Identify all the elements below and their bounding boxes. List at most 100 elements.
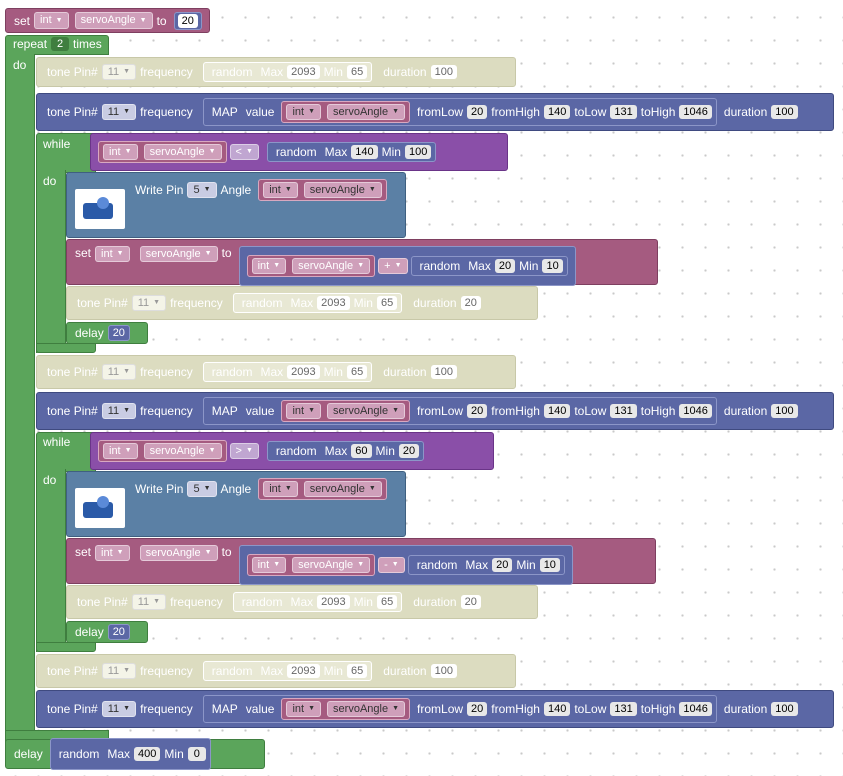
map-block[interactable]: MAP value int ▼ servoAngle ▼ fromLow 20 fromH…	[202, 396, 717, 426]
random-block[interactable]: random Max 20 Min 10	[407, 555, 565, 575]
random-block[interactable]: random Max 2093 Min 65	[202, 62, 373, 82]
pin-dropdown[interactable]: 11 ▼	[101, 700, 137, 718]
pin-dropdown[interactable]: 11 ▼	[101, 103, 137, 121]
pin-dropdown[interactable]: 11 ▼	[101, 63, 137, 81]
var-ref[interactable]: int ▼ servoAngle ▼	[246, 553, 376, 577]
pin-dropdown[interactable]: 11 ▼	[101, 363, 137, 381]
fromhigh-field[interactable]: 140	[543, 404, 571, 418]
random-block[interactable]: random Max 2093 Min 65	[202, 661, 373, 681]
tone-block-disabled[interactable]: tone Pin# 11 ▼ frequency random Max 2093 M…	[66, 286, 538, 320]
random-block[interactable]: random Max 2093 Min 65	[202, 362, 373, 382]
type-dropdown[interactable]: int ▼	[95, 545, 130, 562]
random-block[interactable]: random Max 2093 Min 65	[232, 592, 403, 612]
fromhigh-field[interactable]: 140	[543, 105, 571, 119]
set-value[interactable]: 20	[177, 13, 198, 28]
rmax-field[interactable]: 20	[492, 558, 513, 572]
pin-dropdown[interactable]: 11 ▼	[131, 593, 167, 611]
math-block[interactable]: int ▼ servoAngle ▼ + ▼ random Max 20 Min 10	[238, 246, 576, 286]
tone-map-block[interactable]: tone Pin# 11 ▼ frequency MAP value int ▼ ser…	[36, 392, 834, 430]
fromlow-field[interactable]: 20	[467, 105, 488, 119]
duration-field[interactable]: 100	[771, 404, 798, 418]
rmax-field[interactable]: 2093	[317, 296, 350, 310]
tone-block-disabled[interactable]: tone Pin# 11 ▼ frequency random Max 2093 M…	[36, 355, 516, 389]
tone-map-block[interactable]: tone Pin# 11 ▼ frequency MAP value int ▼ ser…	[36, 93, 834, 131]
var-dropdown[interactable]: servoAngle ▼	[139, 246, 218, 263]
rmin-field[interactable]: 65	[346, 65, 368, 79]
servo-pin-dropdown[interactable]: 5 ▼	[187, 182, 217, 199]
duration-field[interactable]: 100	[430, 365, 457, 379]
rmax-field[interactable]: 2093	[287, 65, 320, 79]
rmin-field[interactable]: 10	[539, 558, 560, 572]
var-ref[interactable]: int ▼ servoAngle ▼	[98, 439, 227, 463]
delay-block[interactable]: delay 20	[66, 322, 148, 344]
repeat-count[interactable]: 2	[51, 37, 70, 51]
var-ref[interactable]: int ▼ servoAngle ▼	[246, 254, 376, 278]
rmin-field[interactable]: 65	[376, 296, 398, 310]
var-ref[interactable]: int ▼ servoAngle ▼	[258, 179, 387, 202]
map-block[interactable]: MAP value int ▼ servoAngle ▼ fromLow 20 fromH…	[202, 97, 717, 127]
rmin-field[interactable]: 100	[404, 145, 432, 159]
random-block[interactable]: random Max 2093 Min 65	[232, 293, 403, 313]
tone-map-block[interactable]: tone Pin# 11 ▼ frequency MAP value int ▼ ser…	[36, 690, 834, 728]
var-ref[interactable]: int ▼ servoAngle ▼	[281, 697, 411, 721]
type-dropdown[interactable]: int ▼	[34, 12, 69, 29]
tolow-field[interactable]: 131	[610, 404, 637, 418]
tohigh-field[interactable]: 1046	[679, 105, 712, 119]
delay-field[interactable]: 20	[107, 325, 130, 341]
rmin-field[interactable]: 65	[346, 664, 368, 678]
rmin-field[interactable]: 65	[346, 365, 368, 379]
operator-dropdown[interactable]: < ▼	[229, 143, 259, 161]
rmax-field[interactable]: 2093	[287, 365, 320, 379]
tone-block-disabled[interactable]: tone Pin# 11 ▼ frequency random Max 2093 M…	[36, 654, 516, 688]
random-block[interactable]: random Max 60 Min 20	[266, 441, 425, 461]
var-ref[interactable]: int ▼ servoAngle ▼	[98, 140, 227, 164]
tone-block-disabled[interactable]: tone Pin# 11 ▼ frequency random Max 2093 M…	[36, 57, 516, 87]
math-op-dropdown[interactable]: - ▼	[378, 556, 405, 574]
rmax-field[interactable]: 60	[351, 444, 372, 458]
duration-field[interactable]: 100	[771, 105, 798, 119]
tohigh-field[interactable]: 1046	[679, 702, 712, 716]
duration-field[interactable]: 20	[460, 595, 481, 609]
rmin-field[interactable]: 65	[376, 595, 398, 609]
operator-dropdown[interactable]: > ▼	[229, 442, 259, 460]
rmin-field[interactable]: 20	[398, 444, 420, 458]
tolow-field[interactable]: 131	[610, 105, 637, 119]
var-ref[interactable]: int ▼ servoAngle ▼	[281, 399, 411, 423]
fromlow-field[interactable]: 20	[467, 702, 488, 716]
servo-pin-dropdown[interactable]: 5 ▼	[187, 481, 217, 498]
set-decrement-block[interactable]: set int ▼ servoAngle ▼ to int ▼ servoAngle ▼ …	[66, 538, 656, 585]
compare-block[interactable]: int ▼ servoAngle ▼ > ▼ random Max 60 Min 20	[90, 432, 494, 470]
duration-field[interactable]: 20	[460, 296, 481, 310]
duration-field[interactable]: 100	[771, 702, 798, 716]
var-ref[interactable]: int ▼ servoAngle ▼	[281, 100, 411, 124]
duration-field[interactable]: 100	[430, 664, 457, 678]
map-block[interactable]: MAP value int ▼ servoAngle ▼ fromLow 20 fromH…	[202, 694, 717, 724]
pin-dropdown[interactable]: 11 ▼	[101, 402, 137, 420]
tone-block-disabled[interactable]: tone Pin# 11 ▼ frequency random Max 2093 M…	[66, 585, 538, 619]
random-block[interactable]: random Max 140 Min 100	[266, 142, 437, 162]
pin-dropdown[interactable]: 11 ▼	[131, 294, 167, 312]
rmax-field[interactable]: 400	[134, 747, 161, 761]
math-block[interactable]: int ▼ servoAngle ▼ - ▼ random Max 20 Min 10	[238, 545, 573, 585]
set-servo-angle-block[interactable]: set int ▼ servoAngle ▼ to 20	[5, 8, 210, 33]
delay-block-final[interactable]: delay random Max 400 Min 0	[5, 738, 265, 770]
rmin-field[interactable]: 10	[542, 259, 563, 273]
var-dropdown[interactable]: servoAngle ▼	[139, 545, 218, 562]
math-op-dropdown[interactable]: + ▼	[378, 257, 408, 275]
pin-dropdown[interactable]: 11 ▼	[101, 662, 137, 680]
rmax-field[interactable]: 140	[351, 145, 378, 159]
random-block[interactable]: random Max 400 Min 0	[49, 738, 211, 770]
duration-field[interactable]: 100	[430, 65, 457, 79]
type-dropdown[interactable]: int ▼	[95, 246, 130, 263]
delay-block[interactable]: delay 20	[66, 621, 148, 643]
compare-block[interactable]: int ▼ servoAngle ▼ < ▼ random Max 140 Min 100	[90, 133, 508, 171]
fromlow-field[interactable]: 20	[467, 404, 488, 418]
servo-write-block[interactable]: Write Pin 5 ▼ Angle int ▼ servoAngle ▼	[66, 471, 406, 537]
rmin-field[interactable]: 0	[187, 747, 206, 761]
servo-write-block[interactable]: Write Pin 5 ▼ Angle int ▼ servoAngle ▼	[66, 172, 406, 238]
delay-field[interactable]: 20	[107, 624, 130, 640]
random-block[interactable]: random Max 20 Min 10	[410, 256, 568, 276]
tohigh-field[interactable]: 1046	[679, 404, 712, 418]
fromhigh-field[interactable]: 140	[543, 702, 571, 716]
set-increment-block[interactable]: set int ▼ servoAngle ▼ to int ▼ servoAngle ▼ …	[66, 239, 658, 286]
